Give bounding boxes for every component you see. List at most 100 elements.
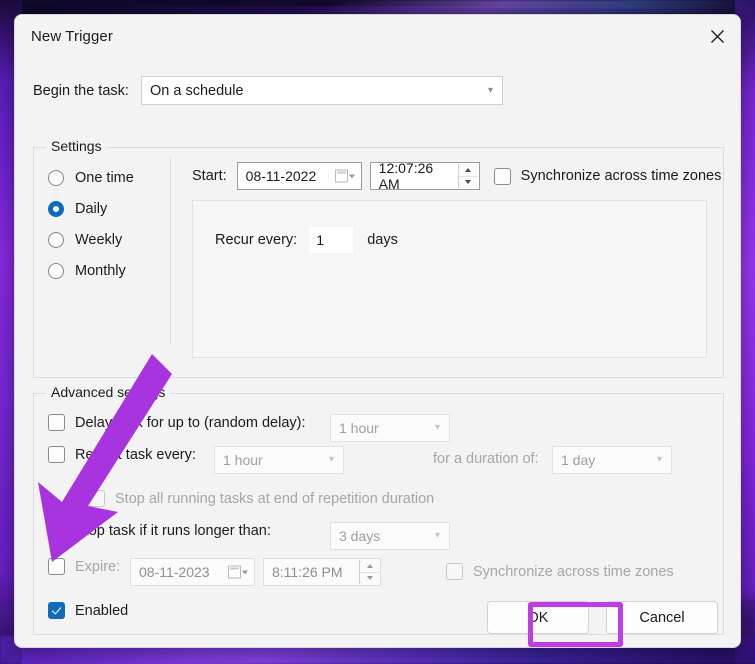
radio-label: Weekly (75, 231, 123, 248)
chevron-down-icon: ▾ (434, 530, 440, 541)
calendar-icon[interactable] (228, 565, 248, 579)
expire-date-value: 08-11-2023 (139, 564, 210, 580)
expire-row: Expire: (48, 558, 143, 575)
time-spinner[interactable] (359, 560, 379, 584)
checkbox-icon (493, 167, 511, 185)
recur-every-label: Recur every: (215, 232, 298, 248)
spinner-up-button[interactable] (360, 560, 379, 573)
recur-every-row: Recur every: 1 days (215, 227, 398, 253)
expire-time-input[interactable]: 8:11:26 PM (263, 558, 381, 586)
duration-dropdown[interactable]: 1 day ▾ (552, 446, 672, 474)
stop-longer-checkbox[interactable]: Stop task if it runs longer than: (48, 522, 271, 539)
dialog-footer: OK Cancel (15, 591, 740, 647)
begin-task-label: Begin the task: (33, 82, 129, 99)
cancel-button[interactable]: Cancel (606, 601, 718, 634)
stop-longer-row: Stop task if it runs longer than: (48, 522, 271, 539)
expire-time-value: 8:11:26 PM (272, 564, 343, 580)
close-button[interactable] (694, 15, 740, 57)
repeat-interval-value: 1 hour (223, 452, 263, 468)
chevron-down-icon: ▾ (328, 454, 334, 465)
radio-weekly[interactable]: Weekly (48, 224, 170, 255)
ok-button[interactable]: OK (487, 601, 589, 634)
stop-longer-value: 3 days (339, 528, 381, 544)
begin-task-row: Begin the task: On a schedule ▾ (33, 76, 503, 105)
time-spinner[interactable] (457, 164, 478, 189)
delay-task-label: Delay task for up to (random delay): (75, 414, 306, 431)
delay-task-checkbox[interactable]: Delay task for up to (random delay): (48, 414, 306, 431)
start-label: Start: (192, 168, 227, 184)
sync-timezones-label: Synchronize across time zones (520, 168, 722, 184)
spinner-down-button[interactable] (360, 573, 379, 585)
settings-group: Settings One time Daily Weekly Monthly S… (33, 138, 724, 378)
radio-icon (48, 169, 64, 186)
ok-button-label: OK (527, 609, 549, 626)
radio-icon (48, 231, 64, 248)
expire-date-input[interactable]: 08-11-2023 (130, 558, 255, 586)
checkbox-icon (446, 563, 463, 580)
chevron-down-icon (366, 576, 373, 581)
checkbox-icon (48, 558, 65, 575)
radio-icon-selected (48, 200, 64, 217)
new-trigger-dialog: New Trigger Begin the task: On a schedul… (14, 14, 741, 648)
recurrence-panel: Recur every: 1 days (192, 200, 707, 358)
chevron-down-icon (465, 180, 472, 185)
chevron-down-icon: ▾ (434, 422, 440, 433)
radio-label: One time (75, 169, 134, 186)
radio-icon (48, 262, 64, 279)
radio-one-time[interactable]: One time (48, 162, 170, 193)
delay-task-dropdown[interactable]: 1 hour ▾ (330, 414, 450, 442)
stop-longer-dropdown[interactable]: 3 days ▾ (330, 522, 450, 550)
dialog-body: Begin the task: On a schedule ▾ Settings… (15, 59, 740, 647)
dialog-titlebar: New Trigger (15, 15, 740, 59)
begin-task-value: On a schedule (150, 82, 244, 99)
chevron-up-icon (366, 563, 373, 568)
repeat-task-label: Repeat task every: (75, 446, 196, 463)
checkbox-icon (48, 446, 65, 463)
cancel-button-label: Cancel (639, 609, 685, 626)
advanced-settings-legend: Advanced settings (46, 384, 171, 400)
start-row: Start: 08-11-2022 12:07:26 AM Synchroniz… (192, 160, 722, 192)
duration-label: for a duration of: (433, 451, 539, 467)
dialog-title: New Trigger (31, 28, 113, 45)
chevron-up-icon (465, 167, 472, 172)
spinner-down-button[interactable] (459, 177, 478, 189)
recur-every-value: 1 (316, 232, 324, 248)
calendar-icon[interactable] (334, 169, 355, 183)
recur-unit-label: days (367, 232, 398, 248)
radio-label: Monthly (75, 262, 126, 279)
chevron-down-icon: ▾ (487, 84, 493, 96)
stop-all-tasks-label: Stop all running tasks at end of repetit… (115, 490, 435, 507)
start-time-input[interactable]: 12:07:26 AM (369, 160, 480, 192)
expire-checkbox[interactable]: Expire: (48, 558, 143, 575)
repeat-task-row: Repeat task every: (48, 446, 196, 463)
start-date-value: 08-11-2022 (245, 168, 317, 184)
radio-label: Daily (75, 200, 108, 217)
wallpaper-streak (325, 0, 755, 9)
begin-task-dropdown[interactable]: On a schedule ▾ (141, 76, 503, 105)
checkbox-icon (48, 414, 65, 431)
recur-every-input[interactable]: 1 (309, 227, 354, 253)
checkbox-icon (48, 522, 65, 539)
checkbox-icon (88, 490, 105, 507)
spinner-up-button[interactable] (458, 164, 478, 177)
settings-group-legend: Settings (46, 138, 107, 154)
delay-task-value: 1 hour (339, 420, 379, 436)
delay-task-row: Delay task for up to (random delay): (48, 414, 306, 431)
stop-longer-label: Stop task if it runs longer than: (75, 522, 271, 539)
start-date-input[interactable]: 08-11-2022 (236, 162, 362, 190)
schedule-type-radio-group: One time Daily Weekly Monthly (48, 162, 170, 286)
duration-value: 1 day (561, 452, 596, 468)
close-icon (710, 29, 724, 43)
repeat-task-checkbox[interactable]: Repeat task every: (48, 446, 196, 463)
radio-daily[interactable]: Daily (48, 193, 170, 224)
chevron-down-icon: ▾ (656, 454, 662, 465)
stop-all-tasks-checkbox[interactable]: Stop all running tasks at end of repetit… (88, 490, 434, 507)
repeat-interval-dropdown[interactable]: 1 hour ▾ (214, 446, 344, 474)
settings-divider (170, 158, 171, 344)
stop-all-tasks-row: Stop all running tasks at end of repetit… (88, 490, 434, 507)
radio-monthly[interactable]: Monthly (48, 255, 170, 286)
sync-timezones-checkbox[interactable]: Synchronize across time zones (493, 167, 722, 185)
start-time-value: 12:07:26 AM (378, 160, 434, 192)
expire-sync-timezones-checkbox[interactable]: Synchronize across time zones (446, 563, 674, 580)
expire-sync-timezones-label: Synchronize across time zones (473, 563, 674, 580)
